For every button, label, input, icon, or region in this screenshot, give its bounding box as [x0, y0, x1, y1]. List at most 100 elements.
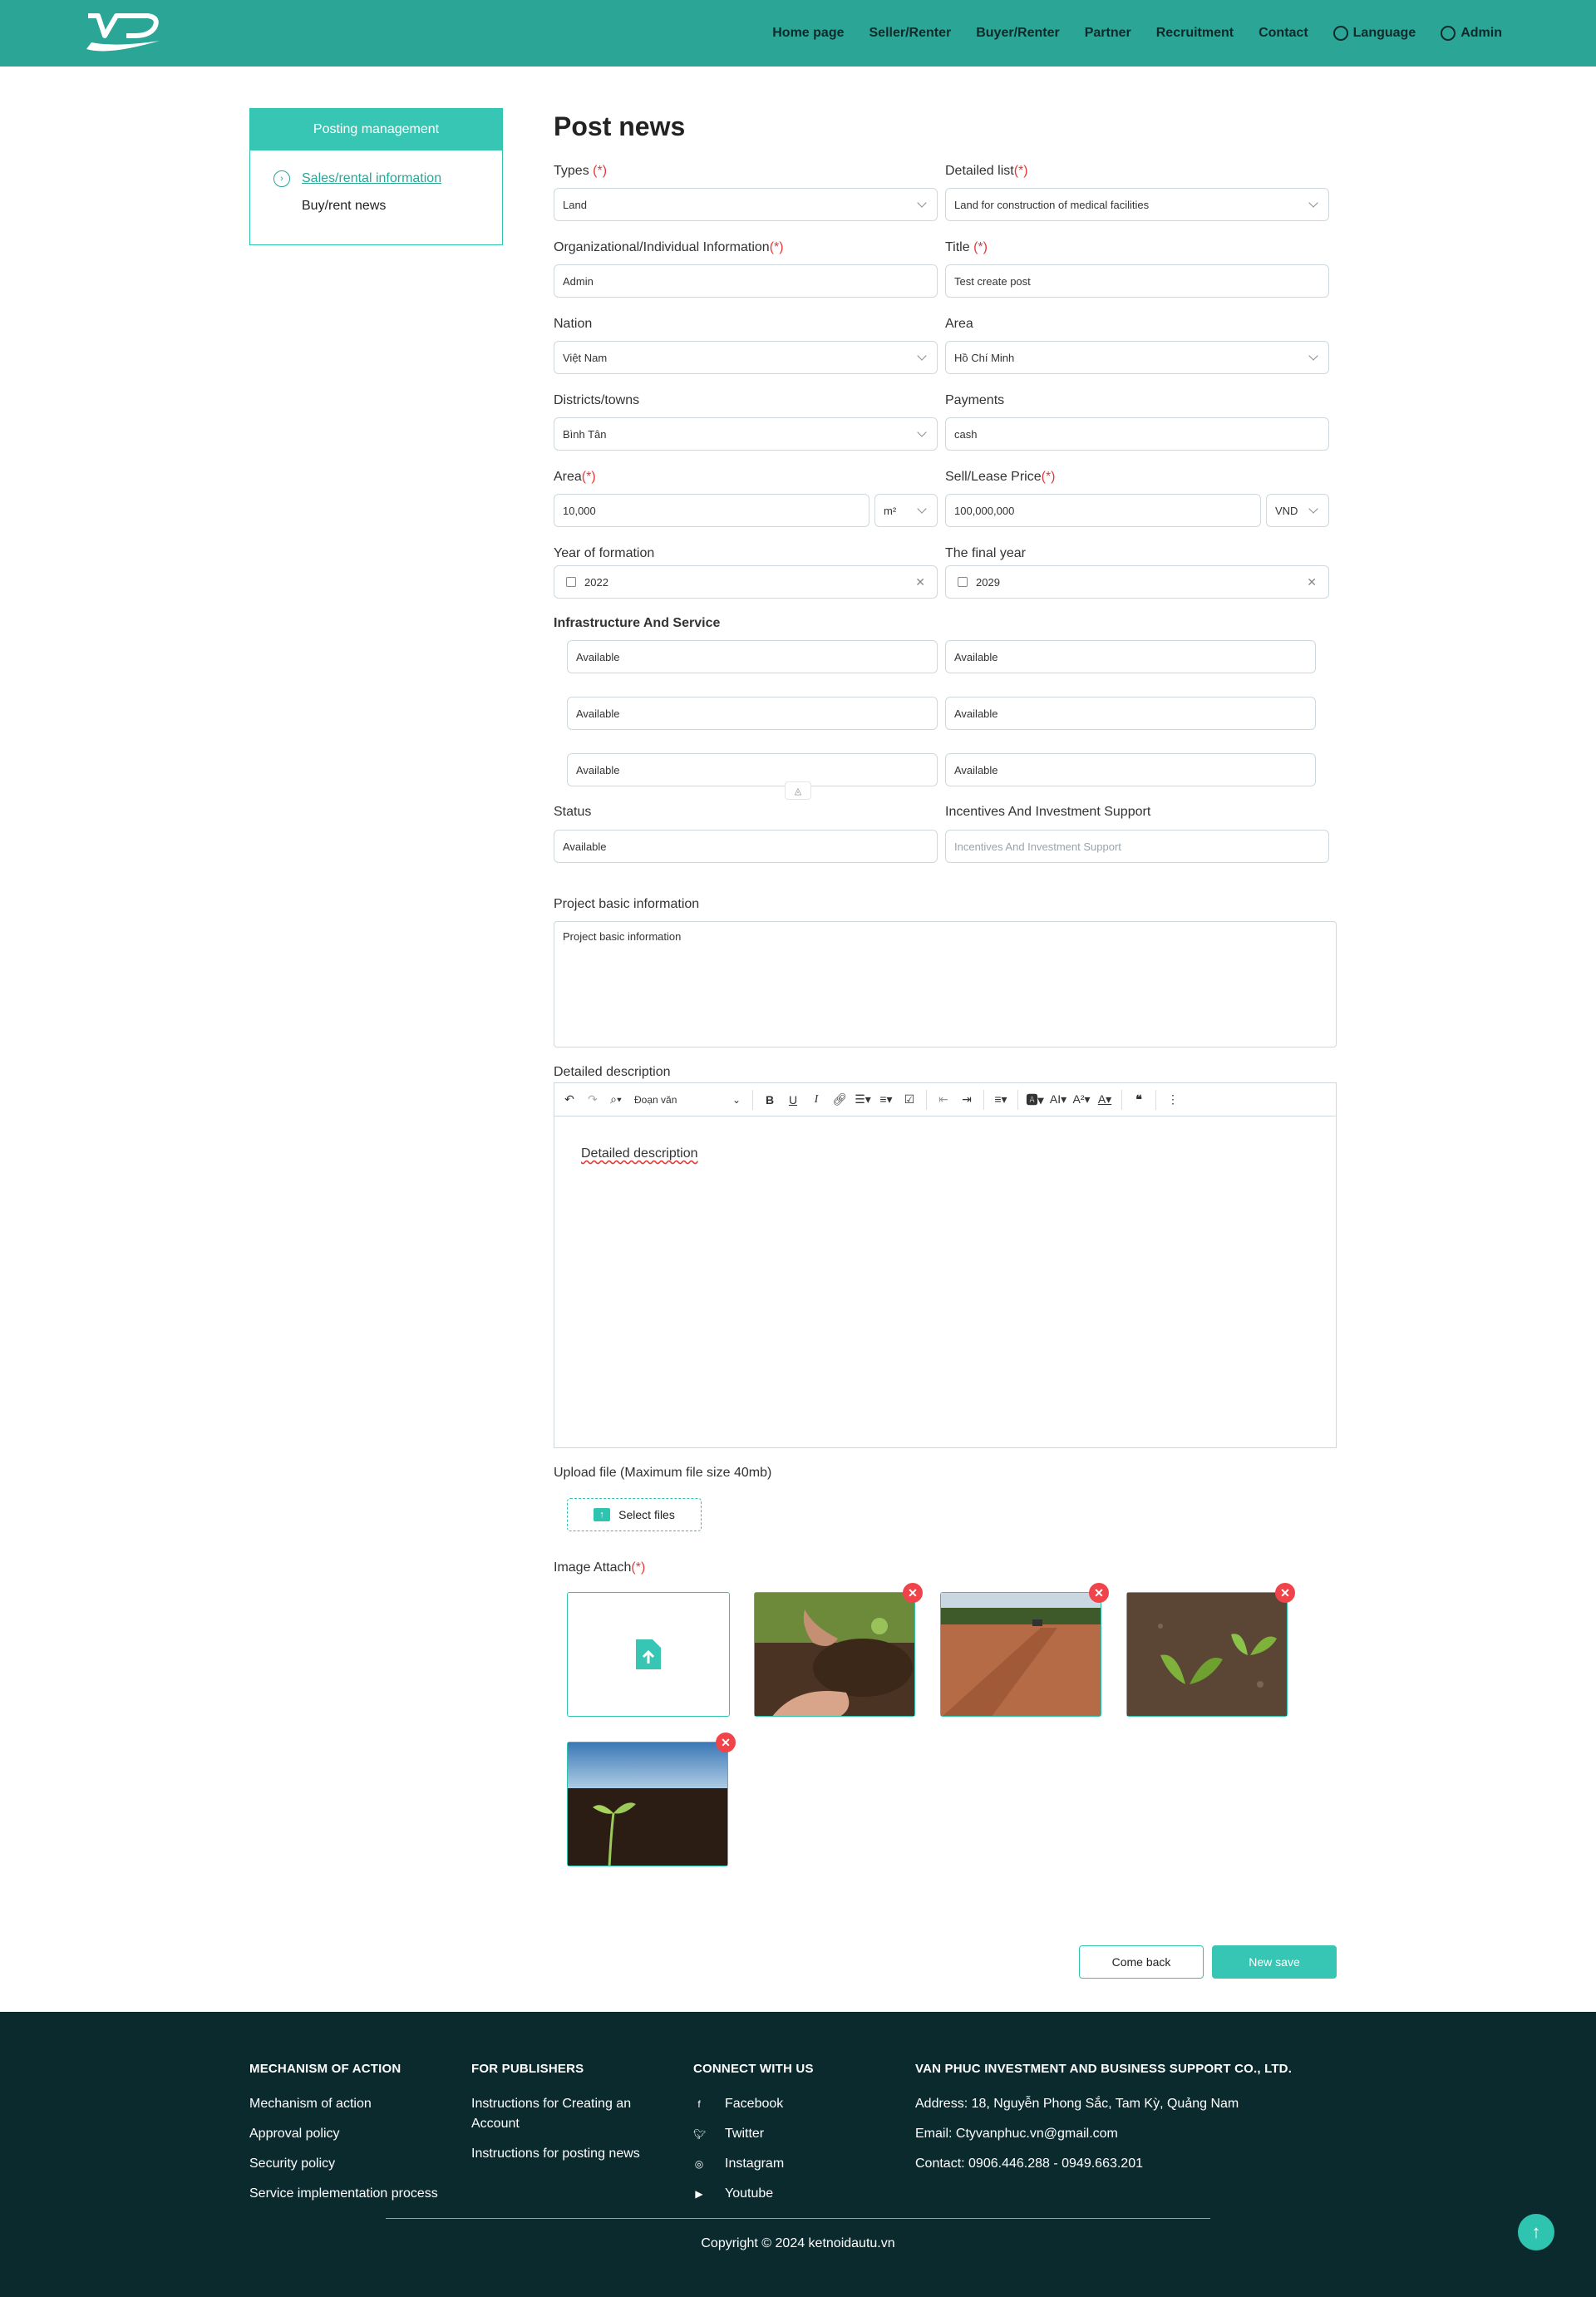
- sidebar-item-sales-rental[interactable]: › Sales/rental information: [273, 170, 502, 187]
- remove-image-icon[interactable]: ✕: [1275, 1583, 1295, 1603]
- outdent-icon[interactable]: ⇤: [933, 1088, 953, 1112]
- indent-icon[interactable]: ⇥: [957, 1088, 977, 1112]
- collapse-toggle-icon[interactable]: ◬: [785, 781, 811, 800]
- nav-language[interactable]: Language: [1332, 26, 1416, 41]
- footer-link[interactable]: Approval policy: [249, 2124, 438, 2144]
- nav-recruitment[interactable]: Recruitment: [1156, 26, 1234, 41]
- footer-facebook-link[interactable]: f Facebook: [693, 2094, 814, 2114]
- more-options-icon[interactable]: ⋮: [1163, 1088, 1183, 1112]
- incentives-input[interactable]: Incentives And Investment Support: [945, 830, 1329, 863]
- top-header: Home page Seller/Renter Buyer/Renter Par…: [0, 0, 1596, 67]
- infrastructure-input-1[interactable]: Available: [567, 640, 938, 673]
- font-family-icon[interactable]: A²▾: [1071, 1088, 1091, 1112]
- rich-text-editor[interactable]: ↶ ↷ ⌕▾ Đoạn văn ⌄ B U I 🔗︎ ☰▾ ≡▾ ☑ ⇤ ⇥ ≡▾…: [554, 1082, 1337, 1448]
- nav-contact[interactable]: Contact: [1259, 26, 1308, 41]
- underline-icon[interactable]: U: [783, 1088, 803, 1112]
- blockquote-icon[interactable]: ❝: [1129, 1088, 1149, 1112]
- main-nav: Home page Seller/Renter Buyer/Renter Par…: [747, 0, 1502, 67]
- new-save-button[interactable]: New save: [1212, 1945, 1337, 1979]
- site-logo[interactable]: [83, 8, 166, 58]
- image-upload-tile[interactable]: [567, 1592, 730, 1717]
- area-size-label: Area(*): [554, 470, 596, 484]
- infrastructure-input-5[interactable]: Available: [567, 753, 938, 786]
- scroll-to-top-icon[interactable]: ↑: [1518, 2214, 1554, 2250]
- footer-heading: CONNECT WITH US: [693, 2062, 814, 2076]
- todo-list-icon[interactable]: ☑: [899, 1088, 919, 1112]
- redo-icon[interactable]: ↷: [583, 1088, 603, 1112]
- main-content: Posting management › Sales/rental inform…: [0, 67, 1596, 1979]
- price-input[interactable]: 100,000,000: [945, 494, 1261, 527]
- nav-admin[interactable]: Admin: [1441, 26, 1502, 41]
- types-select[interactable]: Land: [554, 188, 938, 221]
- districts-select[interactable]: Bình Tân: [554, 417, 938, 451]
- area-size-input[interactable]: 10,000: [554, 494, 869, 527]
- footer-twitter-link[interactable]: 🐦︎ Twitter: [693, 2124, 814, 2144]
- infrastructure-input-4[interactable]: Available: [945, 697, 1316, 730]
- final-year-picker[interactable]: 2029 ✕: [945, 565, 1329, 599]
- org-info-input[interactable]: Admin: [554, 264, 938, 298]
- nav-home[interactable]: Home page: [772, 26, 844, 41]
- footer-link[interactable]: Instructions for Creating an Account: [471, 2094, 663, 2134]
- status-label: Status: [554, 805, 592, 819]
- nav-seller-renter[interactable]: Seller/Renter: [869, 26, 952, 41]
- year-formation-picker[interactable]: 2022 ✕: [554, 565, 938, 599]
- infrastructure-input-3[interactable]: Available: [567, 697, 938, 730]
- font-size-icon[interactable]: AI▾: [1048, 1088, 1068, 1112]
- region-label: Area: [945, 317, 973, 331]
- nav-buyer-renter[interactable]: Buyer/Renter: [976, 26, 1059, 41]
- footer-youtube-link[interactable]: ▶ Youtube: [693, 2184, 814, 2204]
- price-label: Sell/Lease Price(*): [945, 470, 1056, 484]
- detailed-list-select[interactable]: Land for construction of medical facilit…: [945, 188, 1329, 221]
- italic-icon[interactable]: I: [806, 1088, 826, 1112]
- dirt-field-image: [941, 1593, 1101, 1716]
- chevron-down-icon: [1308, 504, 1318, 514]
- footer-link[interactable]: Service implementation process: [249, 2184, 438, 2204]
- twitter-icon: 🐦︎: [693, 2128, 707, 2140]
- bulleted-list-icon[interactable]: ☰▾: [853, 1088, 873, 1112]
- company-email[interactable]: Email: Ctyvanphuc.vn@gmail.com: [915, 2124, 1292, 2144]
- undo-icon[interactable]: ↶: [559, 1088, 579, 1112]
- detailed-list-label: Detailed list(*): [945, 164, 1028, 178]
- hands-planting-image: [755, 1593, 914, 1716]
- region-select[interactable]: Hồ Chí Minh: [945, 341, 1329, 374]
- bold-icon[interactable]: B: [760, 1088, 780, 1112]
- clear-icon[interactable]: ✕: [1307, 575, 1317, 589]
- footer-col-publishers: FOR PUBLISHERS Instructions for Creating…: [471, 2062, 663, 2174]
- site-footer: MECHANISM OF ACTION Mechanism of action …: [0, 2012, 1596, 2297]
- numbered-list-icon[interactable]: ≡▾: [876, 1088, 896, 1112]
- clear-icon[interactable]: ✕: [915, 575, 925, 589]
- footer-link[interactable]: Mechanism of action: [249, 2094, 438, 2114]
- project-info-textarea[interactable]: Project basic information: [554, 921, 1337, 1047]
- area-unit-select[interactable]: m²: [874, 494, 938, 527]
- heading-select[interactable]: Đoạn văn ⌄: [629, 1088, 746, 1112]
- sidebar-item-buy-rent[interactable]: Buy/rent news: [273, 199, 502, 214]
- chevron-down-icon: [917, 351, 927, 361]
- posting-sidebar: Posting management › Sales/rental inform…: [249, 108, 503, 245]
- chevron-down-icon: [917, 427, 927, 437]
- status-input[interactable]: Available: [554, 830, 938, 863]
- infrastructure-input-2[interactable]: Available: [945, 640, 1316, 673]
- remove-image-icon[interactable]: ✕: [716, 1733, 736, 1752]
- footer-link[interactable]: Security policy: [249, 2154, 438, 2174]
- nav-partner[interactable]: Partner: [1085, 26, 1131, 41]
- footer-instagram-link[interactable]: ◎ Instagram: [693, 2154, 814, 2174]
- chevron-down-icon: [917, 504, 927, 514]
- font-color-icon[interactable]: A▾: [1095, 1088, 1115, 1112]
- align-icon[interactable]: ≡▾: [991, 1088, 1011, 1112]
- sprout-image: [568, 1742, 727, 1866]
- come-back-button[interactable]: Come back: [1079, 1945, 1204, 1979]
- nation-select[interactable]: Việt Nam: [554, 341, 938, 374]
- title-input[interactable]: Test create post: [945, 264, 1329, 298]
- remove-image-icon[interactable]: ✕: [903, 1583, 923, 1603]
- link-icon[interactable]: 🔗︎: [830, 1088, 850, 1112]
- infrastructure-input-6[interactable]: Available: [945, 753, 1316, 786]
- types-label: Types (*): [554, 164, 608, 178]
- payments-input[interactable]: cash: [945, 417, 1329, 451]
- select-files-button[interactable]: ↑ Select files: [567, 1498, 702, 1531]
- find-replace-icon[interactable]: ⌕▾: [606, 1088, 626, 1112]
- editor-content[interactable]: Detailed description: [554, 1116, 1336, 1191]
- currency-select[interactable]: VND: [1266, 494, 1329, 527]
- footer-link[interactable]: Instructions for posting news: [471, 2144, 663, 2164]
- highlight-icon[interactable]: 🅰▾: [1025, 1088, 1045, 1112]
- remove-image-icon[interactable]: ✕: [1089, 1583, 1109, 1603]
